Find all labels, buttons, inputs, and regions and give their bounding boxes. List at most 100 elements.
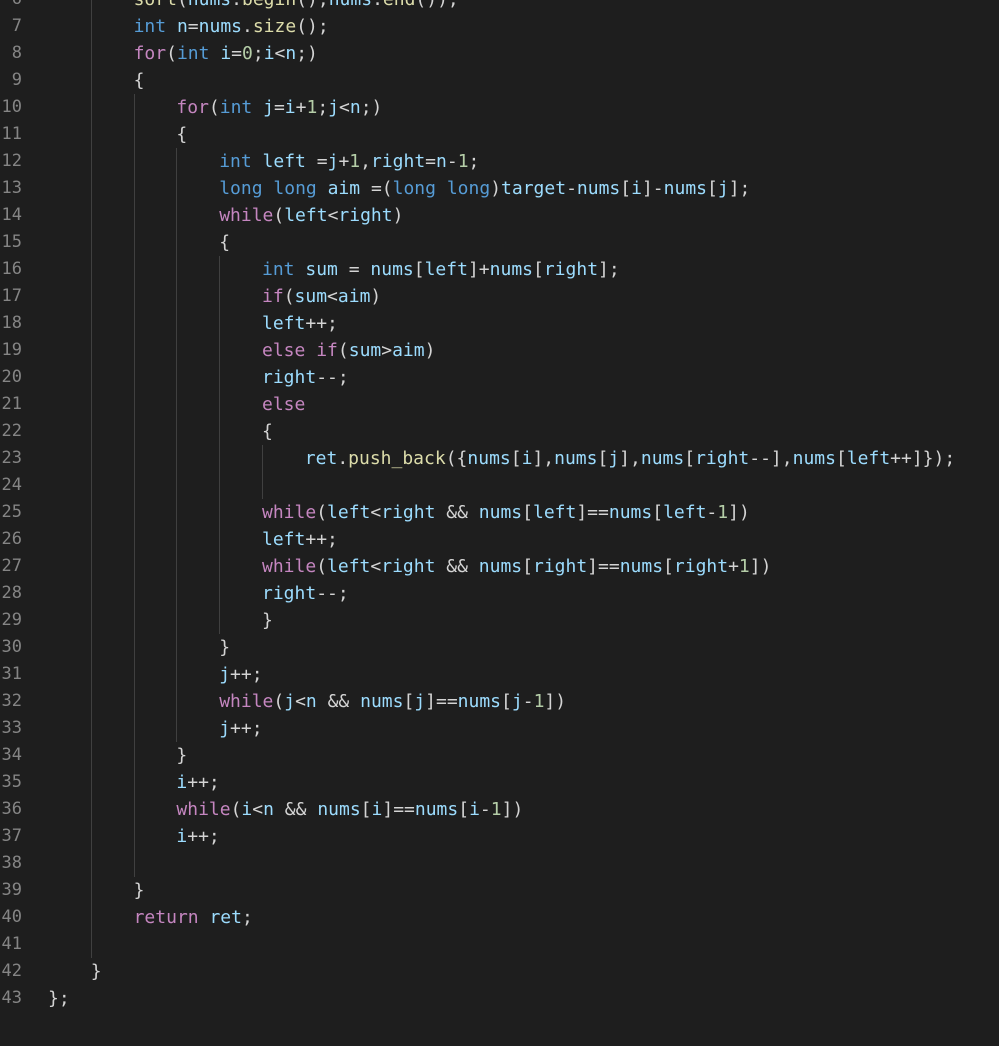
code-token: ret: [209, 907, 242, 928]
code-token: [: [684, 448, 696, 469]
code-token: ({: [445, 448, 468, 469]
code-token: ());: [415, 0, 458, 10]
code-line[interactable]: 31 j++;: [0, 661, 999, 688]
code-token: while: [262, 502, 317, 523]
code-line[interactable]: 23 ret.push_back({nums[i],nums[j],nums[ri…: [0, 445, 999, 472]
line-code: for(int j=i+1;j<n;): [176, 94, 382, 121]
code-token: ;: [241, 907, 253, 928]
code-line[interactable]: 29}: [0, 607, 999, 634]
code-line[interactable]: 15 {: [0, 229, 999, 256]
code-line[interactable]: 13 long long aim =(long long)target-nums[…: [0, 175, 999, 202]
line-number: 27: [1, 556, 22, 576]
code-line[interactable]: 20 right--;: [0, 364, 999, 391]
code-editor[interactable]: 6 sort(nums.begin(),nums.end());7int n=nu…: [0, 0, 999, 1046]
code-line[interactable]: 33 j++;: [0, 715, 999, 742]
code-token: };: [48, 988, 70, 1009]
code-line[interactable]: 43};: [0, 985, 999, 1012]
code-token: -: [706, 502, 718, 523]
code-token: {: [262, 421, 273, 442]
code-token: -: [522, 691, 534, 712]
code-token: =(: [360, 178, 393, 199]
code-line[interactable]: 21 else: [0, 391, 999, 418]
code-token: right: [532, 556, 588, 577]
line-number: 15: [1, 232, 22, 252]
code-token: [: [835, 448, 847, 469]
code-line[interactable]: 26 left++;: [0, 526, 999, 553]
code-token: left: [262, 529, 306, 550]
code-token: (: [316, 502, 328, 523]
code-token: =: [337, 259, 371, 280]
code-line[interactable]: 34}: [0, 742, 999, 769]
code-line[interactable]: 8 for(int i=0;i<n;): [0, 40, 999, 67]
code-line[interactable]: 39}: [0, 877, 999, 904]
line-code: long long aim =(long long)target-nums[i]…: [219, 175, 750, 202]
code-token: right: [338, 205, 393, 226]
line-number: 32: [1, 691, 22, 711]
code-line[interactable]: 32 while(j<n && nums[j]==nums[j-1]): [0, 688, 999, 715]
code-line[interactable]: 35 i++;: [0, 769, 999, 796]
code-token: ): [490, 178, 502, 199]
code-token: <: [252, 799, 264, 820]
line-number: 9: [11, 70, 22, 90]
code-line[interactable]: 42}: [0, 958, 999, 985]
code-line[interactable]: 19 else if(sum>aim): [0, 337, 999, 364]
code-token: ++;: [230, 718, 263, 739]
code-line[interactable]: 9{: [0, 67, 999, 94]
code-token: i: [263, 43, 275, 64]
code-token: (: [273, 205, 285, 226]
code-token: j: [414, 691, 426, 712]
code-line[interactable]: 27 while(left<right && nums[right]==nums[…: [0, 553, 999, 580]
line-code: return ret;: [134, 904, 253, 931]
code-token: [: [597, 448, 609, 469]
code-token: [: [501, 691, 512, 712]
code-line[interactable]: 36 while(i<n && nums[i]==nums[i-1]): [0, 796, 999, 823]
code-line[interactable]: 37 i++;: [0, 823, 999, 850]
code-token: nums: [317, 799, 361, 820]
code-line[interactable]: 30}: [0, 634, 999, 661]
line-number: 26: [1, 529, 22, 549]
code-line[interactable]: 41: [0, 931, 999, 958]
code-line[interactable]: 25 while(left<right && nums[left]==nums[l…: [0, 499, 999, 526]
code-line[interactable]: 12 int left =j+1,right=n-1;: [0, 148, 999, 175]
code-line[interactable]: 24: [0, 472, 999, 499]
code-token: j: [219, 664, 231, 685]
code-line[interactable]: 28 right--;: [0, 580, 999, 607]
code-token: i: [220, 43, 232, 64]
code-token: ]==: [425, 691, 458, 712]
line-code: left++;: [262, 526, 338, 553]
code-line[interactable]: 16 int sum = nums[left]+nums[right];: [0, 256, 999, 283]
code-line[interactable]: 14 while(left<right): [0, 202, 999, 229]
code-line[interactable]: 40 return ret;: [0, 904, 999, 931]
code-token: 1: [457, 151, 469, 172]
code-token: int: [219, 151, 252, 172]
line-number: 6: [0, 0, 22, 13]
code-token: {: [133, 70, 145, 91]
code-line[interactable]: 6 sort(nums.begin(),nums.end());: [0, 0, 999, 13]
code-token: .: [372, 0, 383, 10]
code-token: right: [262, 583, 317, 604]
code-token: nums: [663, 178, 707, 199]
code-line[interactable]: 11 {: [0, 121, 999, 148]
code-line[interactable]: 7 int n=nums.size();: [0, 13, 999, 40]
code-line[interactable]: 10 for(int j=i+1;j<n;): [0, 94, 999, 121]
code-line[interactable]: 18 left++;: [0, 310, 999, 337]
code-token: push_back: [348, 448, 446, 469]
code-token: ++;: [305, 313, 338, 334]
line-number: 34: [1, 745, 22, 765]
code-token: nums: [188, 0, 231, 10]
line-number: 41: [1, 934, 22, 954]
line-code: sort(nums.begin(),nums.end());: [134, 0, 459, 13]
code-line[interactable]: 22 {: [0, 418, 999, 445]
code-token: else: [262, 394, 306, 415]
line-number: 23: [1, 448, 22, 468]
code-line[interactable]: 38: [0, 850, 999, 877]
code-token: ++]});: [890, 448, 956, 469]
code-token: .: [231, 0, 242, 10]
code-line[interactable]: 17 if(sum<aim): [0, 283, 999, 310]
code-token: j: [284, 691, 296, 712]
code-token: 1: [717, 502, 729, 523]
code-token: while: [219, 205, 274, 226]
line-number: 8: [11, 43, 22, 63]
line-code: };: [48, 985, 70, 1012]
code-token: nums: [370, 259, 414, 280]
